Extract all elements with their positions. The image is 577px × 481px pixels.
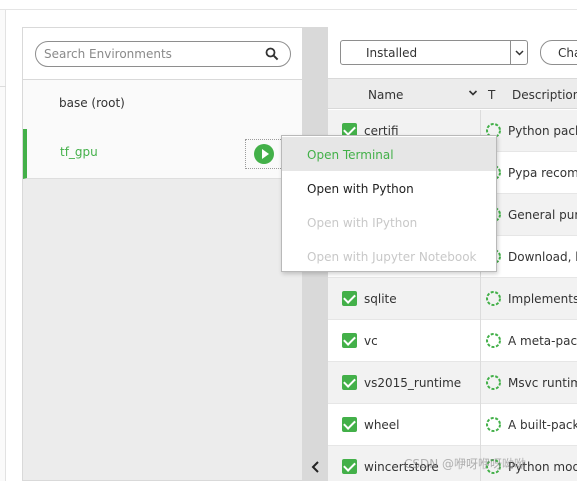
channels-button-label: Cha [558, 46, 577, 60]
column-divider [480, 362, 481, 404]
package-description: Python packa [508, 124, 577, 138]
column-header-name[interactable]: Name [368, 88, 403, 102]
menu-item-label: Open with IPython [307, 216, 418, 230]
menu-item-open-terminal[interactable]: Open Terminal [282, 137, 496, 171]
package-filter-select[interactable]: Installed [340, 40, 528, 65]
package-name: wheel [364, 418, 400, 432]
search-environments-input[interactable] [44, 45, 259, 63]
play-icon[interactable] [254, 144, 274, 164]
package-description: Download, b [508, 250, 577, 264]
environment-run-button[interactable] [245, 139, 283, 169]
package-description: A meta-pack [508, 334, 577, 348]
search-icon[interactable] [265, 47, 279, 61]
packages-table-header: Name T Description [328, 79, 577, 109]
environments-panel: base (root) tf_gpu [22, 27, 303, 481]
column-header-description[interactable]: Description [512, 88, 577, 102]
package-status-icon [486, 333, 501, 348]
package-description: Implements [508, 292, 577, 306]
channels-button[interactable]: Cha [540, 40, 577, 65]
installed-checkbox[interactable] [342, 417, 357, 432]
installed-checkbox[interactable] [342, 459, 357, 474]
package-description: A built-packa [508, 418, 577, 432]
environment-name: tf_gpu [60, 145, 98, 159]
sort-chevron-down-icon[interactable] [468, 88, 478, 98]
menu-item-open-with-python[interactable]: Open with Python [282, 171, 496, 205]
installed-checkbox[interactable] [342, 375, 357, 390]
menu-item-open-with-jupyter-notebook: Open with Jupyter Notebook [282, 239, 496, 273]
installed-checkbox[interactable] [342, 291, 357, 306]
package-status-icon [486, 375, 501, 390]
column-header-type[interactable]: T [488, 88, 495, 102]
environments-search-area [23, 28, 303, 80]
dropdown-toggle[interactable] [510, 41, 527, 64]
environment-context-menu: Open Terminal Open with Python Open with… [281, 135, 497, 272]
chevron-down-icon [515, 50, 524, 56]
gutter-divider [0, 86, 6, 87]
package-description: Msvc runtim [508, 376, 577, 390]
package-description: Pypa recomm [508, 166, 577, 180]
table-row[interactable]: sqlite Implements [328, 278, 577, 320]
menu-item-label: Open with Jupyter Notebook [307, 250, 477, 264]
package-status-icon [486, 291, 501, 306]
top-band [0, 0, 577, 10]
package-name: vc [364, 334, 378, 348]
menu-item-label: Open Terminal [307, 148, 394, 162]
package-name: sqlite [364, 292, 397, 306]
navigation-gutter [0, 10, 6, 481]
packages-toolbar: Installed Cha [328, 27, 577, 79]
column-divider [480, 404, 481, 446]
table-row[interactable]: vc A meta-pack [328, 320, 577, 362]
environment-item-tf-gpu[interactable]: tf_gpu [23, 129, 303, 179]
installed-checkbox[interactable] [342, 333, 357, 348]
table-row[interactable]: vs2015_runtime Msvc runtim [328, 362, 577, 404]
package-name: vs2015_runtime [364, 376, 462, 390]
column-divider [480, 320, 481, 362]
environment-name: base (root) [59, 96, 125, 110]
table-row[interactable]: wheel A built-packa [328, 404, 577, 446]
package-description: General purp [508, 208, 577, 222]
menu-item-open-with-ipython: Open with IPython [282, 205, 496, 239]
package-filter-value: Installed [366, 46, 418, 60]
package-status-icon [486, 417, 501, 432]
menu-item-label: Open with Python [307, 182, 414, 196]
chevron-left-icon[interactable] [310, 460, 322, 474]
column-divider [480, 278, 481, 320]
environments-search-box[interactable] [35, 41, 291, 67]
watermark: CSDN @咿呀咿呀呦呦 [404, 457, 527, 471]
environment-item-base[interactable]: base (root) [23, 80, 303, 130]
